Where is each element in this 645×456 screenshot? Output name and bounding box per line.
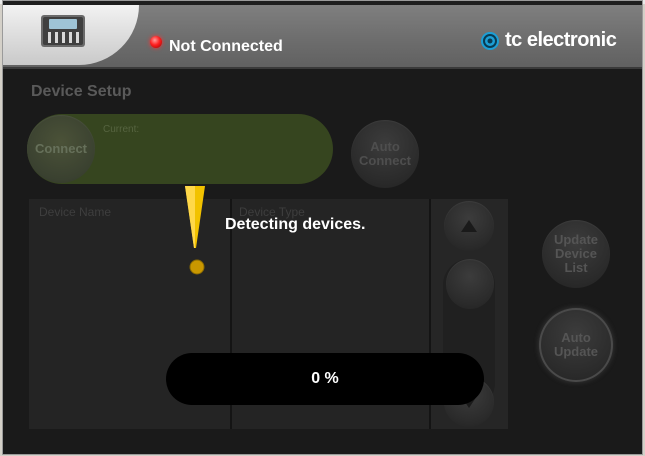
device-setup-panel: Device Setup Current: Connect Auto Conne… (3, 69, 642, 454)
yellow-pointer-icon (185, 186, 205, 275)
tc-logo-icon (481, 31, 499, 50)
brand-name: tc electronic (505, 29, 617, 51)
device-logo-tab (3, 5, 139, 65)
scroll-up-button[interactable] (444, 201, 494, 251)
triangle-up-icon (461, 220, 477, 232)
section-title: Device Setup (31, 83, 132, 100)
header-bar: Not Connected tc electronic (3, 5, 642, 69)
connection-status: Not Connected (169, 38, 283, 55)
auto-connect-button[interactable]: Auto Connect (351, 120, 419, 188)
scroll-thumb[interactable] (446, 259, 494, 309)
red-status-led (150, 36, 162, 48)
progress-indicator: 0 % (166, 353, 484, 405)
mixer-device-icon (41, 15, 85, 47)
auto-update-button[interactable]: Auto Update (539, 308, 613, 382)
connect-button[interactable]: Connect (27, 115, 95, 183)
brand-logo: tc electronic (480, 29, 617, 52)
detecting-message: Detecting devices. (225, 216, 366, 233)
column-header-device-name: Device Name (39, 205, 112, 219)
current-label: Current: (103, 124, 140, 135)
app-window: Not Connected tc electronic Device Setup… (2, 0, 643, 455)
update-device-list-button[interactable]: Update Device List (542, 220, 610, 288)
